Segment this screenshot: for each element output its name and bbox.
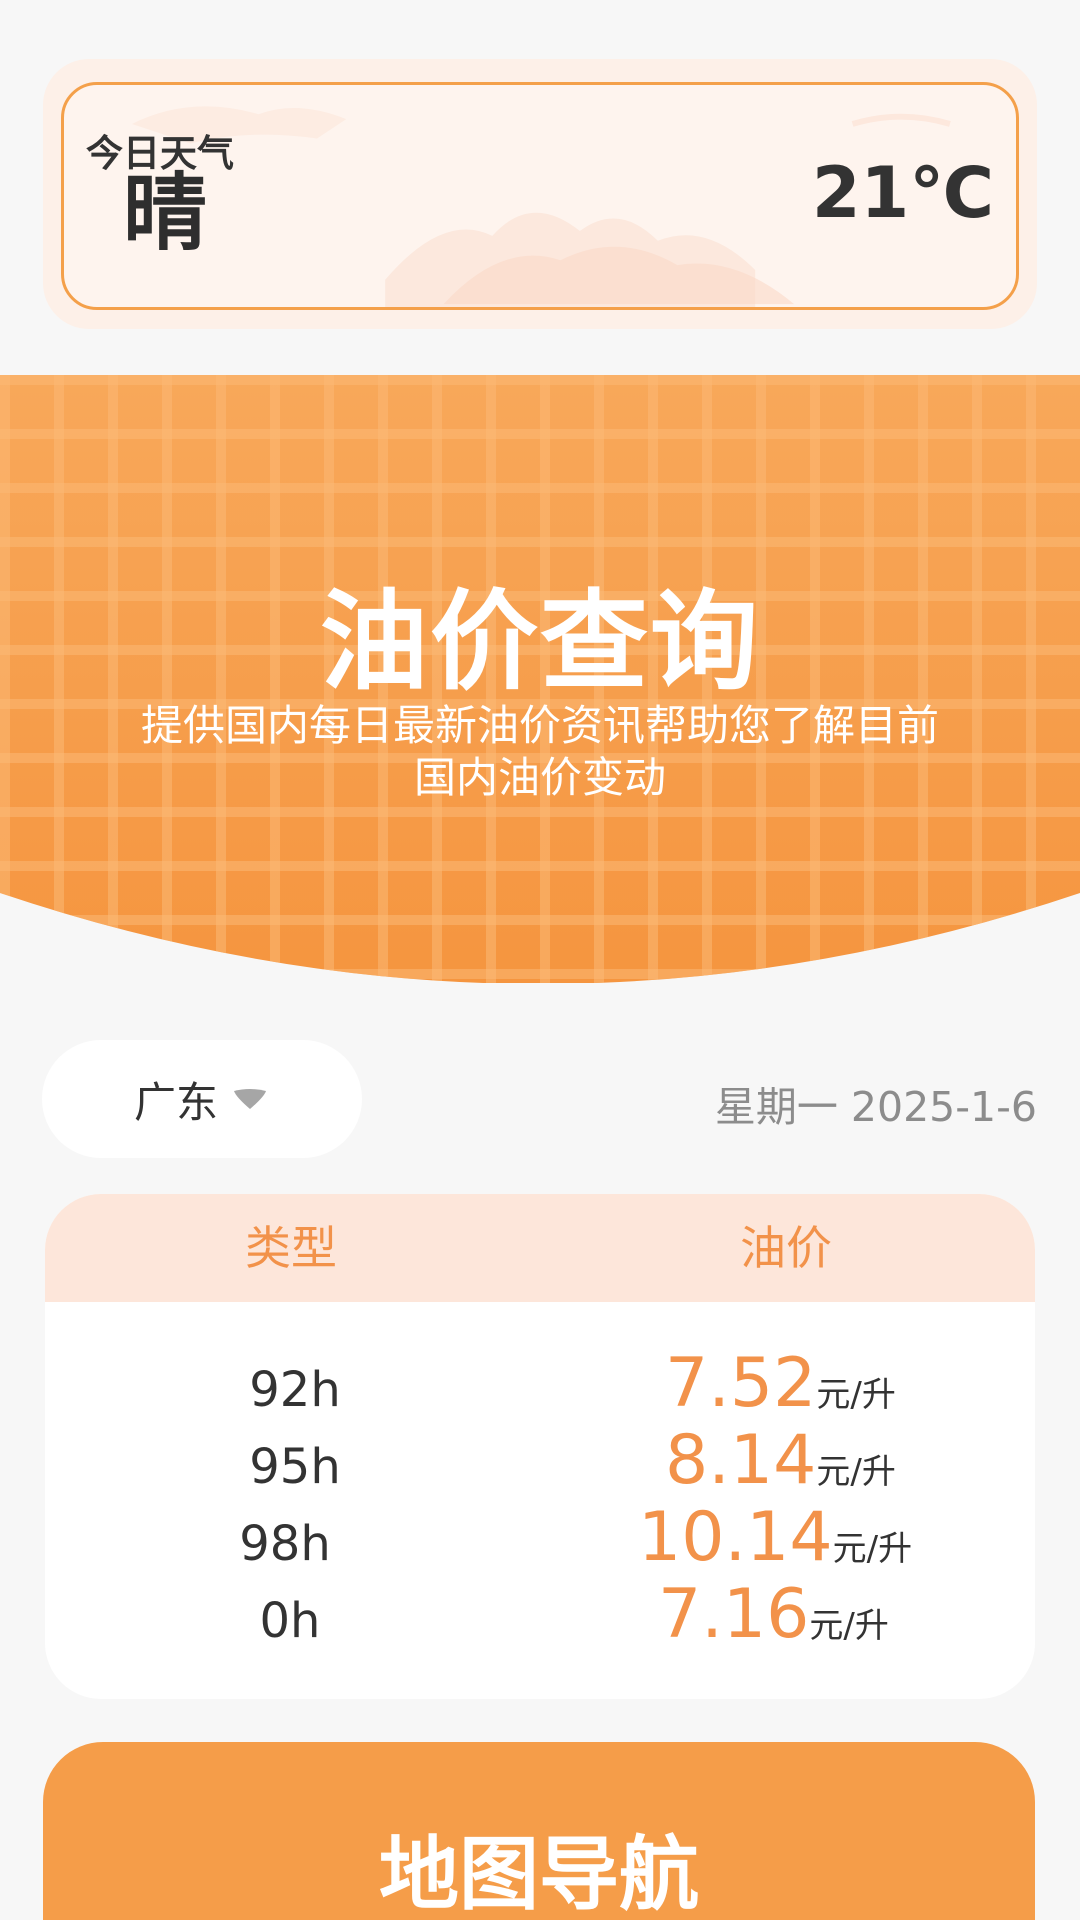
oil-price-banner: 油价查询 提供国内每日最新油价资讯帮助您了解目前国内油价变动	[0, 375, 1080, 983]
header-price: 油价	[740, 1221, 832, 1275]
fuel-type: 92h	[249, 1362, 341, 1418]
price-value: 7.16	[658, 1575, 810, 1654]
table-row: 0h 7.16元/升	[45, 1575, 1035, 1654]
fuel-type: 98h	[239, 1516, 331, 1572]
oil-price-table: 类型 油价 92h 7.52元/升 95h 8.14元/升 98h 10.14元…	[45, 1194, 1035, 1699]
province-dropdown[interactable]: 广东	[42, 1040, 362, 1158]
table-header: 类型 油价	[45, 1194, 1035, 1302]
current-date: 星期一 2025-1-6	[714, 1083, 1037, 1131]
table-row: 92h 7.52元/升	[45, 1344, 1035, 1423]
table-row: 95h 8.14元/升	[45, 1421, 1035, 1500]
price-value: 7.52	[665, 1344, 817, 1423]
price-unit: 元/升	[816, 1375, 896, 1415]
fuel-type: 95h	[249, 1439, 341, 1495]
province-label: 广东	[133, 1077, 218, 1127]
banner-subtitle: 提供国内每日最新油价资讯帮助您了解目前国内油价变动	[140, 701, 939, 802]
fuel-type: 0h	[259, 1593, 321, 1649]
map-navigation-button[interactable]: 地图导航	[43, 1742, 1035, 1920]
price-unit: 元/升	[832, 1529, 913, 1569]
weather-card: 今日天气 晴 21℃	[61, 82, 1019, 310]
price-unit: 元/升	[809, 1606, 889, 1646]
map-nav-title: 地图导航	[379, 1828, 699, 1920]
weather-temperature: 21℃	[811, 152, 994, 234]
price-value: 8.14	[665, 1421, 817, 1500]
oil-price-page: 今日天气 晴 21℃ 油价查询 提供国内每日最新油价资讯帮助您了解目前国内油价变…	[0, 0, 1080, 1920]
caret-down-icon	[234, 1089, 266, 1109]
price-unit: 元/升	[816, 1452, 896, 1492]
weather-condition: 晴	[123, 164, 208, 262]
header-type: 类型	[245, 1221, 337, 1275]
banner-title: 油价查询	[319, 580, 760, 705]
table-row: 98h 10.14元/升	[45, 1498, 1035, 1577]
price-value: 10.14	[638, 1498, 833, 1577]
